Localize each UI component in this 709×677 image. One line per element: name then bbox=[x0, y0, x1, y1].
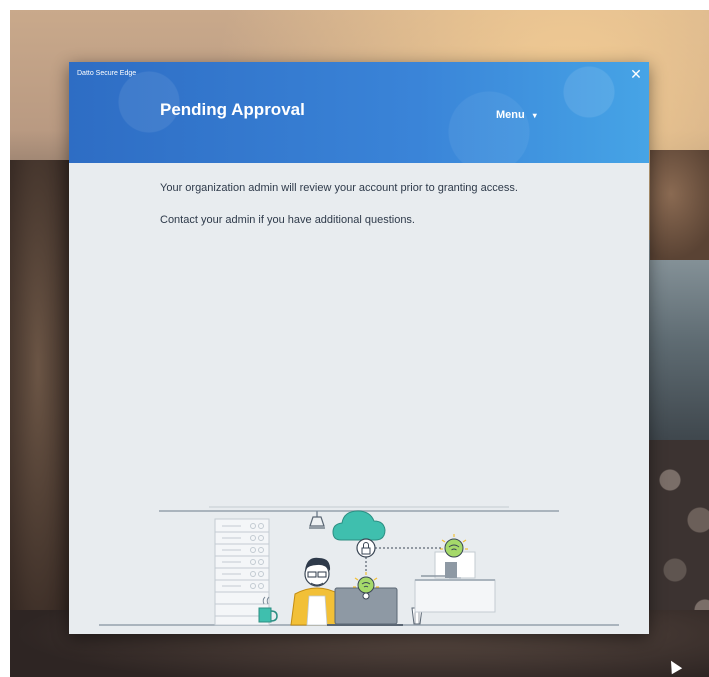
wallpaper-cliff-right bbox=[650, 150, 709, 260]
office-illustration bbox=[99, 506, 619, 626]
page-title: Pending Approval bbox=[160, 100, 305, 119]
menu-button[interactable]: Menu ▾ bbox=[496, 109, 537, 121]
ceiling-lamp-icon bbox=[309, 511, 325, 529]
contact-message: Contact your admin if you have additiona… bbox=[160, 214, 415, 226]
chevron-down-icon: ▾ bbox=[532, 111, 537, 120]
cloud-lock-icon bbox=[332, 510, 443, 574]
close-button[interactable]: ✕ bbox=[627, 65, 645, 83]
pending-message: Your organization admin will review your… bbox=[160, 182, 518, 194]
desk-monitor-icon bbox=[414, 551, 496, 613]
app-title: Datto Secure Edge bbox=[77, 70, 137, 77]
window-header: Datto Secure Edge ✕ Pending Approval Men… bbox=[69, 62, 649, 163]
app-window: Datto Secure Edge ✕ Pending Approval Men… bbox=[69, 62, 649, 634]
menu-label: Menu bbox=[496, 109, 525, 121]
